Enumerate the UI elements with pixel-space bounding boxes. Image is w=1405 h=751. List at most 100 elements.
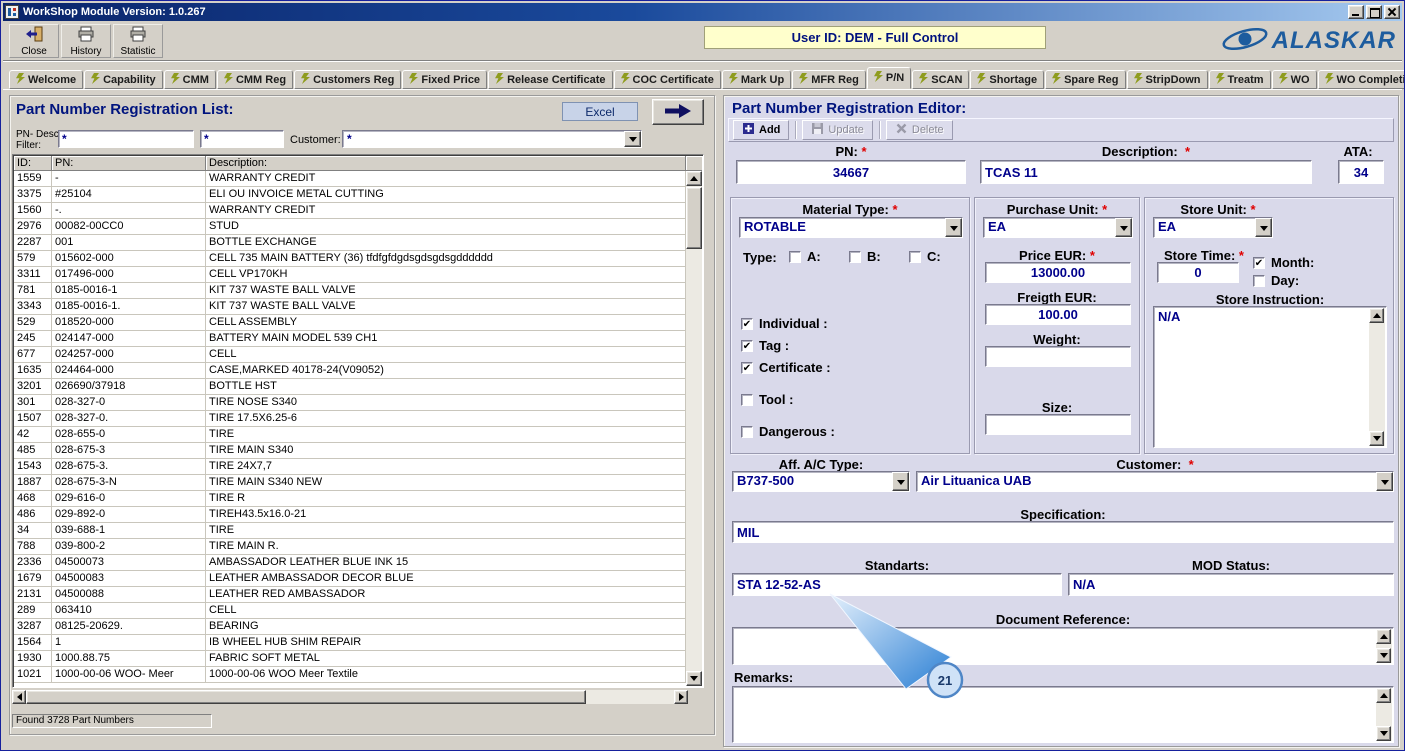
table-row[interactable]: 2287 001 BOTTLE EXCHANGE: [14, 235, 686, 251]
tab-cmm-reg[interactable]: CMM Reg: [216, 70, 294, 89]
aff-ac-type-select[interactable]: B737-500: [732, 471, 910, 492]
remarks-textarea[interactable]: [732, 686, 1394, 743]
checkbox-box[interactable]: [1253, 256, 1265, 269]
tab-coc-certificate[interactable]: COC Certificate: [613, 70, 721, 89]
column-header-id[interactable]: ID:: [14, 156, 52, 171]
table-row[interactable]: 1543 028-675-3. TIRE 24X7,7: [14, 459, 686, 475]
ata-input[interactable]: [1338, 160, 1384, 184]
tag-checkbox[interactable]: Tag :: [741, 338, 789, 353]
specification-input[interactable]: [732, 521, 1394, 543]
store-instruction-textarea[interactable]: N/A: [1153, 306, 1387, 448]
tab-capability[interactable]: Capability: [84, 70, 163, 89]
table-row[interactable]: 1560 -. WARRANTY CREDIT: [14, 203, 686, 219]
checkbox-box[interactable]: [909, 250, 921, 263]
scrollbar-thumb[interactable]: [686, 187, 702, 249]
vertical-scrollbar[interactable]: [1369, 308, 1385, 446]
scroll-down-button[interactable]: [1376, 726, 1391, 741]
add-button[interactable]: Add: [733, 120, 790, 140]
checkbox-box[interactable]: [1253, 274, 1265, 287]
tab-cmm[interactable]: CMM: [163, 70, 216, 89]
individual-checkbox[interactable]: Individual :: [741, 316, 828, 331]
purchase-unit-select[interactable]: EA: [983, 217, 1133, 238]
table-row[interactable]: 2336 04500073 AMBASSADOR LEATHER BLUE INK …: [14, 555, 686, 571]
table-row[interactable]: 2976 00082-00CC0 STUD: [14, 219, 686, 235]
table-row[interactable]: 677 024257-000 CELL: [14, 347, 686, 363]
scroll-up-button[interactable]: [1376, 629, 1391, 644]
minimize-button[interactable]: [1348, 5, 1364, 19]
table-row[interactable]: 3201 026690/37918 BOTTLE HST: [14, 379, 686, 395]
table-row[interactable]: 1564 1 IB WHEEL HUB SHIM REPAIR: [14, 635, 686, 651]
history-button[interactable]: History: [61, 24, 111, 58]
update-button[interactable]: Update: [802, 120, 873, 140]
table-row[interactable]: 579 015602-000 CELL 735 MAIN BATTERY (36) …: [14, 251, 686, 267]
certificate-checkbox[interactable]: Certificate :: [741, 360, 831, 375]
tab-p-n[interactable]: P/N: [866, 67, 912, 89]
scroll-up-button[interactable]: [686, 171, 702, 186]
excel-export-button[interactable]: Excel: [562, 102, 638, 121]
scrollbar-thumb[interactable]: [26, 690, 586, 704]
mod-status-input[interactable]: [1068, 573, 1394, 596]
dropdown-arrow-icon[interactable]: [945, 218, 962, 237]
table-row[interactable]: 468 029-616-0 TIRE R: [14, 491, 686, 507]
statistic-button[interactable]: Statistic: [113, 24, 163, 58]
tab-scan[interactable]: SCAN: [912, 70, 970, 89]
table-row[interactable]: 289 063410 CELL: [14, 603, 686, 619]
tool-checkbox[interactable]: Tool :: [741, 392, 793, 407]
table-row[interactable]: 3311 017496-000 CELL VP170KH: [14, 267, 686, 283]
scroll-up-button[interactable]: [1376, 688, 1391, 703]
tab-mark-up[interactable]: Mark Up: [721, 70, 792, 89]
scroll-down-button[interactable]: [1376, 648, 1391, 663]
scroll-down-button[interactable]: [1369, 431, 1384, 446]
document-reference-textarea[interactable]: [732, 627, 1394, 665]
table-row[interactable]: 529 018520-000 CELL ASSEMBLY: [14, 315, 686, 331]
description-input[interactable]: [980, 160, 1312, 184]
material-type-select[interactable]: ROTABLE: [739, 217, 963, 238]
tab-stripdown[interactable]: StripDown: [1126, 70, 1208, 89]
maximize-button[interactable]: [1366, 5, 1382, 19]
delete-button[interactable]: Delete: [885, 120, 953, 140]
checkbox-box[interactable]: [789, 250, 801, 263]
day-checkbox[interactable]: Day:: [1253, 273, 1299, 288]
table-row[interactable]: 1507 028-327-0. TIRE 17.5X6.25-6: [14, 411, 686, 427]
table-row[interactable]: 42 028-655-0 TIRE: [14, 427, 686, 443]
weight-input[interactable]: [985, 346, 1131, 367]
tab-fixed-price[interactable]: Fixed Price: [402, 70, 488, 89]
dropdown-arrow-icon[interactable]: [624, 131, 641, 147]
tab-spare-reg[interactable]: Spare Reg: [1045, 70, 1126, 89]
customer-select[interactable]: Air Lituanica UAB: [916, 471, 1394, 492]
table-row[interactable]: 1679 04500083 LEATHER AMBASSADOR DECOR BLU…: [14, 571, 686, 587]
tab-mfr-reg[interactable]: MFR Reg: [792, 70, 866, 89]
checkbox-box[interactable]: [741, 425, 753, 438]
dropdown-arrow-icon[interactable]: [1115, 218, 1132, 237]
tab-treatm[interactable]: Treatm: [1208, 70, 1271, 89]
dangerous-checkbox[interactable]: Dangerous :: [741, 424, 835, 439]
table-row[interactable]: 34 039-688-1 TIRE: [14, 523, 686, 539]
dropdown-arrow-icon[interactable]: [892, 472, 909, 491]
checkbox-box[interactable]: [741, 317, 753, 330]
dropdown-arrow-icon[interactable]: [1376, 472, 1393, 491]
scroll-down-button[interactable]: [686, 671, 702, 686]
tab-shortage[interactable]: Shortage: [970, 70, 1045, 89]
table-row[interactable]: 781 0185-0016-1 KIT 737 WASTE BALL VALVE: [14, 283, 686, 299]
table-row[interactable]: 1559- WARRANTY CREDIT: [14, 171, 686, 187]
table-row[interactable]: 486 029-892-0 TIREH43.5x16.0-21: [14, 507, 686, 523]
pn-filter-input[interactable]: [58, 130, 194, 148]
tab-customers-reg[interactable]: Customers Reg: [294, 70, 402, 89]
table-row[interactable]: 485 028-675-3 TIRE MAIN S340: [14, 443, 686, 459]
table-row[interactable]: 301 028-327-0 TIRE NOSE S340: [14, 395, 686, 411]
vertical-scrollbar[interactable]: [1376, 629, 1392, 663]
type-c-checkbox[interactable]: C:: [909, 249, 941, 264]
store-unit-select[interactable]: EA: [1153, 217, 1273, 238]
column-header-pn[interactable]: PN:: [52, 156, 206, 171]
store-time-input[interactable]: [1157, 262, 1239, 283]
column-header-description[interactable]: Description:: [206, 156, 686, 171]
pn-input[interactable]: [736, 160, 966, 184]
type-b-checkbox[interactable]: B:: [849, 249, 881, 264]
go-filter-button[interactable]: [652, 99, 704, 125]
checkbox-box[interactable]: [741, 339, 753, 352]
tab-wo-completion[interactable]: WO Completion: [1317, 70, 1404, 89]
table-row[interactable]: 1930 1000.88.75 FABRIC SOFT METAL: [14, 651, 686, 667]
vertical-scrollbar[interactable]: [686, 171, 702, 686]
dropdown-arrow-icon[interactable]: [1255, 218, 1272, 237]
tab-welcome[interactable]: Welcome: [9, 70, 84, 89]
